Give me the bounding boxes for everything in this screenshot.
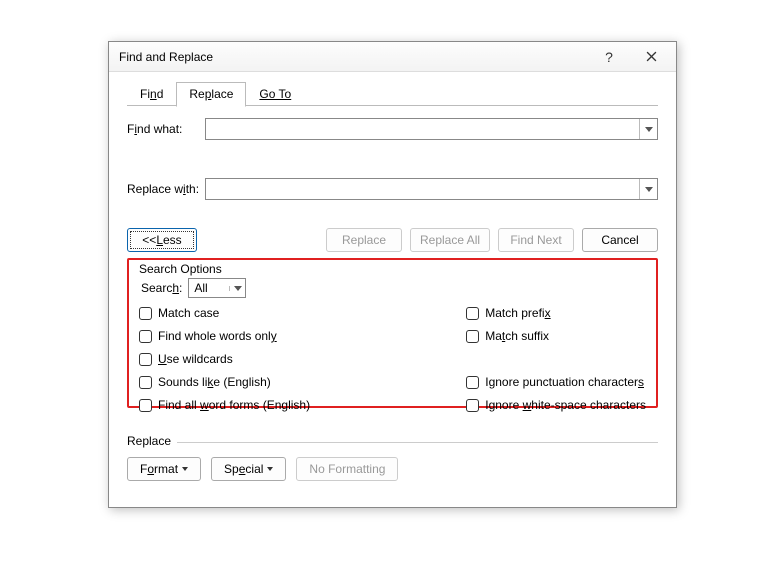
caret-down-icon bbox=[267, 467, 273, 471]
close-icon bbox=[646, 51, 657, 62]
replace-with-input[interactable] bbox=[205, 178, 658, 200]
help-button[interactable]: ? bbox=[588, 45, 630, 69]
tab-bar: Find Replace Go To bbox=[127, 82, 658, 106]
tab-replace[interactable]: Replace bbox=[176, 82, 246, 107]
no-formatting-button[interactable]: No Formatting bbox=[296, 457, 398, 481]
tab-find[interactable]: Find bbox=[127, 82, 176, 106]
replace-format-group: Replace Format Special No Formatting bbox=[127, 442, 658, 481]
dialog-title: Find and Replace bbox=[119, 50, 588, 64]
whole-words-checkbox[interactable]: Find whole words only bbox=[139, 327, 310, 345]
caret-down-icon bbox=[182, 467, 188, 471]
titlebar: Find and Replace ? bbox=[109, 42, 676, 72]
chevron-down-icon[interactable] bbox=[639, 179, 657, 199]
replace-all-button[interactable]: Replace All bbox=[410, 228, 490, 252]
match-case-checkbox[interactable]: Match case bbox=[139, 304, 310, 322]
chevron-down-icon[interactable] bbox=[229, 286, 245, 291]
format-button[interactable]: Format bbox=[127, 457, 201, 481]
replace-with-label: Replace with: bbox=[127, 182, 205, 196]
cancel-button[interactable]: Cancel bbox=[582, 228, 658, 252]
less-button[interactable]: << Less bbox=[127, 228, 197, 252]
search-direction-label: Search: bbox=[141, 281, 182, 295]
close-button[interactable] bbox=[630, 45, 672, 69]
find-what-input[interactable] bbox=[205, 118, 658, 140]
wildcards-checkbox[interactable]: Use wildcards bbox=[139, 350, 310, 368]
ignore-whitespace-checkbox[interactable]: Ignore white-space characters bbox=[466, 396, 646, 414]
replace-group-legend: Replace bbox=[127, 434, 177, 448]
tab-goto[interactable]: Go To bbox=[246, 82, 304, 106]
match-suffix-checkbox[interactable]: Match suffix bbox=[466, 327, 646, 345]
ignore-punctuation-checkbox[interactable]: Ignore punctuation characters bbox=[466, 373, 646, 391]
sounds-like-checkbox[interactable]: Sounds like (English) bbox=[139, 373, 310, 391]
find-what-label: Find what: bbox=[127, 122, 205, 136]
find-next-button[interactable]: Find Next bbox=[498, 228, 574, 252]
special-button[interactable]: Special bbox=[211, 457, 286, 481]
search-options-group: Search Options Search: All Match case Fi… bbox=[127, 258, 658, 408]
search-direction-select[interactable]: All bbox=[188, 278, 246, 298]
search-options-legend: Search Options bbox=[139, 262, 646, 276]
word-forms-checkbox[interactable]: Find all word forms (English) bbox=[139, 396, 310, 414]
chevron-down-icon[interactable] bbox=[639, 119, 657, 139]
replace-button[interactable]: Replace bbox=[326, 228, 402, 252]
match-prefix-checkbox[interactable]: Match prefix bbox=[466, 304, 646, 322]
find-replace-dialog: Find and Replace ? Find Replace Go To Fi… bbox=[108, 41, 677, 508]
